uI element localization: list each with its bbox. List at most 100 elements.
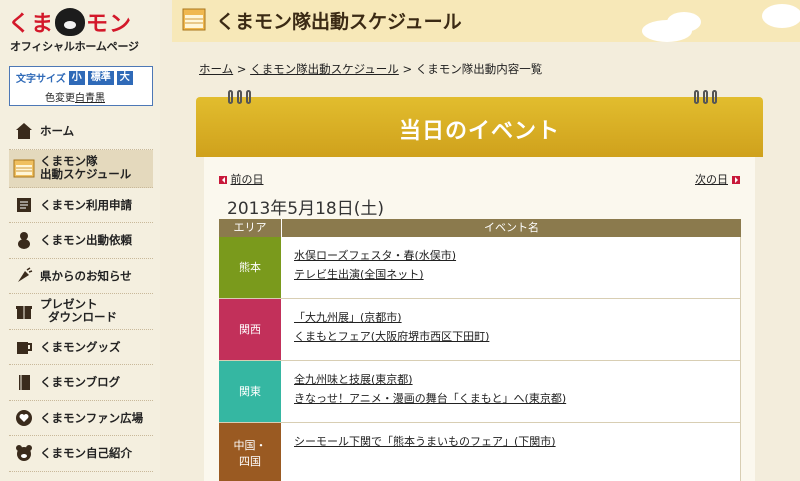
area-cell: 関東 bbox=[219, 361, 281, 422]
area-label: 関西 bbox=[239, 322, 261, 336]
ring-icon bbox=[246, 90, 251, 104]
sidebar-item-label: 県からのお知らせ bbox=[40, 268, 132, 283]
sidebar-item-label: くまモンブログ bbox=[40, 375, 121, 390]
event-link[interactable]: シーモール下関で「熊本うまいものフェア」(下関市) bbox=[294, 432, 740, 451]
page-title: くまモン隊出動スケジュール bbox=[216, 11, 462, 33]
event-link[interactable]: くまもとフェア(大阪府堺市西区下田町) bbox=[294, 327, 740, 346]
events-cell: シーモール下関で「熊本うまいものフェア」(下関市) bbox=[281, 423, 741, 481]
date-heading: 2013年5月18日(土) bbox=[227, 199, 384, 219]
sidebar-item-blog[interactable]: くまモンブログ bbox=[9, 365, 153, 401]
event-link[interactable]: 「大九州展」(京都市) bbox=[294, 308, 740, 327]
mug-icon bbox=[13, 337, 35, 357]
sidebar-item-label: くまモングッズ bbox=[40, 339, 121, 354]
announcement-icon bbox=[13, 266, 35, 286]
logo-subtitle: オフィシャルホームページ bbox=[10, 40, 139, 53]
sidebar-item-usage-application[interactable]: くまモン利用申請 bbox=[9, 188, 153, 223]
sidebar-item-goods[interactable]: くまモングッズ bbox=[9, 330, 153, 365]
sidebar-item-label: くまモン利用申請 bbox=[40, 197, 132, 212]
sidebar-item-label: プレゼント ダウンロード bbox=[40, 298, 117, 324]
next-day-link[interactable]: 次の日 bbox=[695, 171, 740, 187]
table-row: 関東 全九州味と技展(東京都) きなっせ！アニメ・漫画の舞台「くまもと」へ(東京… bbox=[219, 361, 741, 423]
page-header: くまモン隊出動スケジュール bbox=[172, 0, 800, 42]
area-cell: 関西 bbox=[219, 299, 281, 360]
cloud-decoration bbox=[667, 12, 701, 32]
sidebar-item-label: くまモン隊 出動スケジュール bbox=[40, 155, 131, 181]
logo-text-mon: モン bbox=[86, 12, 133, 37]
table-row: 関西 「大九州展」(京都市) くまもとフェア(大阪府堺市西区下田町) bbox=[219, 299, 741, 361]
cloud-decoration bbox=[762, 4, 800, 28]
event-table: エリア イベント名 熊本 水俣ローズフェスタ・春(水俣市) テレビ生出演(全国ネ… bbox=[219, 219, 741, 481]
sidebar-item-dispatch-request[interactable]: くまモン出動依頼 bbox=[9, 223, 153, 259]
breadcrumb: ホーム > くまモン隊出動スケジュール > くまモン隊出動内容一覧 bbox=[199, 61, 542, 77]
sidebar-item-schedule[interactable]: くまモン隊 出動スケジュール bbox=[9, 149, 153, 188]
ring-icon bbox=[228, 90, 233, 104]
ring-icon bbox=[237, 90, 242, 104]
kumamon-face-icon bbox=[55, 8, 86, 36]
sidebar-item-label-line1: プレゼント bbox=[40, 297, 98, 312]
font-size-large-button[interactable]: 大 bbox=[116, 70, 133, 85]
breadcrumb-separator: > bbox=[233, 62, 251, 76]
sidebar-item-label-line1: くまモン隊 bbox=[40, 154, 98, 168]
arrow-left-icon bbox=[219, 176, 227, 184]
sidebar-item-label-line2: ダウンロード bbox=[48, 310, 118, 325]
color-white-link[interactable]: 白 bbox=[75, 93, 85, 104]
area-label: 関東 bbox=[239, 384, 261, 398]
color-black-link[interactable]: 黒 bbox=[95, 93, 105, 104]
ring-icon bbox=[694, 90, 699, 104]
sidebar-item-label: くまモン自己紹介 bbox=[40, 446, 132, 461]
table-row: 中国・ 四国 シーモール下関で「熊本うまいものフェア」(下関市) bbox=[219, 423, 741, 481]
ring-icon bbox=[703, 90, 708, 104]
column-header-event: イベント名 bbox=[281, 219, 741, 237]
next-day-label: 次の日 bbox=[695, 173, 728, 186]
arrow-right-icon bbox=[731, 176, 740, 184]
kumamon-logo[interactable]: くま モン オフィシャルホームページ bbox=[6, 6, 156, 58]
logo-text-kuma: くま bbox=[8, 12, 55, 37]
breadcrumb-schedule-link[interactable]: くまモン隊出動スケジュール bbox=[250, 62, 399, 76]
events-cell: 全九州味と技展(東京都) きなっせ！アニメ・漫画の舞台「くまもと」へ(東京都) bbox=[281, 361, 741, 422]
sidebar-item-label-line2: 出動スケジュール bbox=[40, 167, 132, 181]
calendar-icon bbox=[182, 7, 206, 31]
binder-rings-left bbox=[228, 90, 251, 104]
events-cell: 水俣ローズフェスタ・春(水俣市) テレビ生出演(全国ネット) bbox=[281, 237, 741, 298]
table-header: エリア イベント名 bbox=[219, 219, 741, 237]
event-link[interactable]: テレビ生出演(全国ネット) bbox=[294, 265, 740, 284]
sidebar: くま モン オフィシャルホームページ 文字サイズ 小 標準 大 色変更白青黒 ホー… bbox=[0, 0, 160, 481]
book-icon bbox=[13, 372, 35, 392]
sidebar-item-fan-plaza[interactable]: くまモンファン広場 bbox=[9, 401, 153, 436]
sidebar-item-label: ホーム bbox=[40, 124, 75, 139]
font-size-small-button[interactable]: 小 bbox=[68, 70, 85, 85]
ring-icon bbox=[712, 90, 717, 104]
present-icon bbox=[13, 301, 35, 321]
sidebar-item-label: くまモン出動依頼 bbox=[40, 233, 132, 248]
sidebar-item-self-introduction[interactable]: くまモン自己紹介 bbox=[9, 436, 153, 472]
color-change-label: 色変更 bbox=[45, 93, 75, 104]
breadcrumb-home-link[interactable]: ホーム bbox=[199, 62, 233, 76]
event-link[interactable]: 全九州味と技展(東京都) bbox=[294, 370, 740, 389]
event-banner: 当日のイベント bbox=[196, 90, 763, 157]
sidebar-item-label: くまモンファン広場 bbox=[40, 410, 144, 425]
bear-figure-icon bbox=[13, 230, 35, 250]
sidebar-nav: ホーム くまモン隊 出動スケジュール くまモン利用申請 くまモン出動依頼 県からの… bbox=[9, 114, 153, 472]
events-cell: 「大九州展」(京都市) くまもとフェア(大阪府堺市西区下田町) bbox=[281, 299, 741, 360]
event-link[interactable]: 水俣ローズフェスタ・春(水俣市) bbox=[294, 246, 740, 265]
font-size-standard-button[interactable]: 標準 bbox=[87, 70, 114, 85]
color-blue-link[interactable]: 青 bbox=[85, 93, 95, 104]
sidebar-item-present-download[interactable]: プレゼント ダウンロード bbox=[9, 294, 153, 330]
heart-icon bbox=[13, 408, 35, 428]
document-icon bbox=[13, 195, 35, 215]
binder-rings-right bbox=[694, 90, 717, 104]
house-icon bbox=[13, 121, 35, 141]
table-row: 熊本 水俣ローズフェスタ・春(水俣市) テレビ生出演(全国ネット) bbox=[219, 237, 741, 299]
area-label-line2: 四国 bbox=[239, 454, 261, 468]
banner-title: 当日のイベント bbox=[398, 119, 560, 144]
breadcrumb-current: くまモン隊出動内容一覧 bbox=[415, 62, 543, 76]
prev-day-link[interactable]: 前の日 bbox=[219, 171, 264, 187]
sidebar-item-home[interactable]: ホーム bbox=[9, 114, 153, 150]
font-size-box: 文字サイズ 小 標準 大 色変更白青黒 bbox=[9, 66, 153, 106]
event-link[interactable]: きなっせ！アニメ・漫画の舞台「くまもと」へ(東京都) bbox=[294, 389, 740, 408]
column-header-area: エリア bbox=[233, 221, 267, 234]
breadcrumb-separator: > bbox=[398, 62, 416, 76]
area-label: 熊本 bbox=[239, 260, 261, 274]
sidebar-item-prefecture-news[interactable]: 県からのお知らせ bbox=[9, 259, 153, 294]
area-cell: 熊本 bbox=[219, 237, 281, 298]
